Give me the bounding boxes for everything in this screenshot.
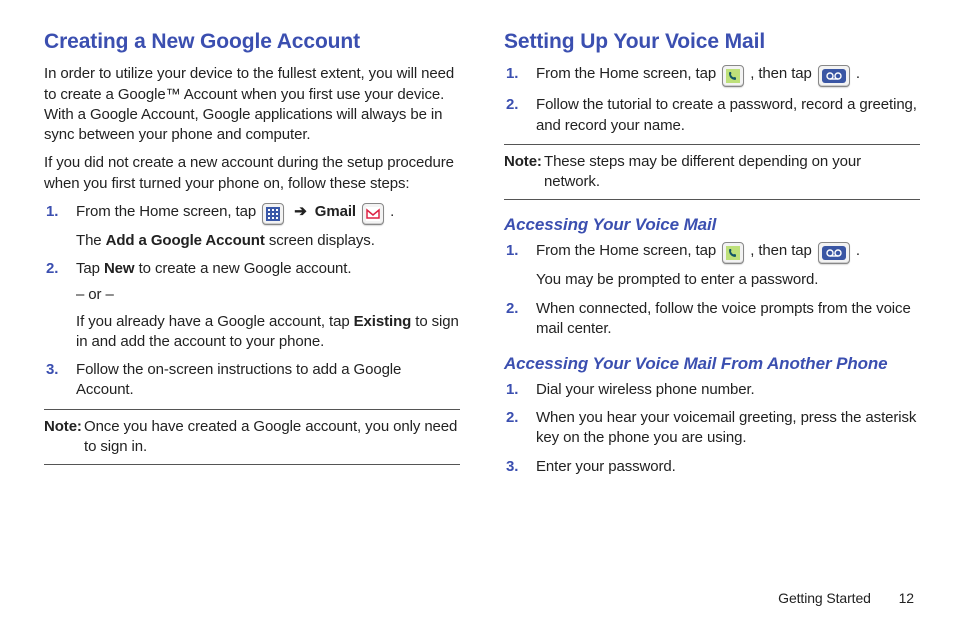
heading-create-account: Creating a New Google Account: [44, 28, 460, 56]
step-number: 1.: [506, 241, 518, 261]
step-2: 2. Follow the tutorial to create a passw…: [536, 95, 920, 136]
step-3: 3. Enter your password.: [536, 457, 920, 477]
subheading-access-vm: Accessing Your Voice Mail: [504, 214, 920, 237]
step-number: 3.: [46, 360, 58, 380]
step-2: 2. Tap New to create a new Google accoun…: [76, 259, 460, 352]
step-alt: If you already have a Google account, ta…: [76, 313, 354, 330]
step-1: 1. From the Home screen, tap , then tap …: [536, 241, 920, 290]
step-text: Tap: [76, 260, 104, 277]
steps-create-account: 1. From the Home screen, tap ➔ Gmail . T…: [44, 202, 460, 401]
note-text: Once you have created a Google account, …: [84, 418, 457, 455]
step-number: 3.: [506, 457, 518, 477]
intro-para-1: In order to utilize your device to the f…: [44, 64, 460, 145]
step-mid: , then tap: [750, 242, 816, 259]
left-column: Creating a New Google Account In order t…: [44, 28, 460, 485]
apps-grid-icon: [262, 203, 284, 225]
step-1: 1. From the Home screen, tap ➔ Gmail . T…: [76, 202, 460, 251]
steps-access-other: 1. Dial your wireless phone number. 2. W…: [504, 380, 920, 477]
step-text: From the Home screen, tap: [76, 203, 260, 220]
subheading-access-other: Accessing Your Voice Mail From Another P…: [504, 353, 920, 376]
step-mid: , then tap: [750, 65, 816, 82]
step-sub: The: [76, 232, 106, 249]
intro-para-2: If you did not create a new account duri…: [44, 153, 460, 194]
page-number: 12: [899, 590, 914, 606]
step-number: 2.: [46, 259, 58, 279]
step-text: Follow the tutorial to create a password…: [536, 96, 917, 133]
step-1: 1. From the Home screen, tap , then tap …: [536, 64, 920, 87]
step-text-tail: to create a new Google account.: [135, 260, 352, 277]
step-text: From the Home screen, tap: [536, 242, 720, 259]
step-2: 2. When you hear your voicemail greeting…: [536, 408, 920, 449]
voicemail-icon: [818, 242, 850, 264]
or-divider: – or –: [76, 285, 460, 305]
step-sub-bold: Add a Google Account: [106, 232, 265, 249]
step-number: 1.: [506, 64, 518, 84]
step-2: 2. When connected, follow the voice prom…: [536, 299, 920, 340]
heading-voicemail: Setting Up Your Voice Mail: [504, 28, 920, 56]
step-text: Dial your wireless phone number.: [536, 381, 755, 398]
step-tail: .: [856, 65, 860, 82]
step-text: Follow the on-screen instructions to add…: [76, 361, 401, 398]
step-text: When connected, follow the voice prompts…: [536, 300, 911, 337]
step-sub: You may be prompted to enter a password.: [536, 271, 818, 288]
gmail-label: Gmail: [315, 203, 356, 220]
step-text-tail: .: [390, 203, 394, 220]
steps-access-vm: 1. From the Home screen, tap , then tap …: [504, 241, 920, 339]
right-column: Setting Up Your Voice Mail 1. From the H…: [504, 28, 920, 485]
step-tail: .: [856, 242, 860, 259]
step-3: 3. Follow the on-screen instructions to …: [76, 360, 460, 401]
step-sub-tail: screen displays.: [265, 232, 375, 249]
step-number: 1.: [506, 380, 518, 400]
step-number: 2.: [506, 299, 518, 319]
manual-page: Creating a New Google Account In order t…: [0, 0, 954, 485]
note-label: Note:: [504, 152, 542, 172]
step-1: 1. Dial your wireless phone number.: [536, 380, 920, 400]
voicemail-icon: [818, 65, 850, 87]
steps-setup-vm: 1. From the Home screen, tap , then tap …: [504, 64, 920, 136]
step-number: 2.: [506, 95, 518, 115]
new-label: New: [104, 260, 135, 277]
note-block: Note: These steps may be different depen…: [504, 144, 920, 201]
step-text: From the Home screen, tap: [536, 65, 720, 82]
note-block: Note: Once you have created a Google acc…: [44, 409, 460, 466]
existing-label: Existing: [354, 313, 412, 330]
section-name: Getting Started: [778, 590, 871, 606]
arrow-icon: ➔: [294, 203, 311, 220]
step-number: 1.: [46, 202, 58, 222]
phone-icon: [722, 65, 744, 87]
step-text: Enter your password.: [536, 458, 676, 475]
step-text: When you hear your voicemail greeting, p…: [536, 409, 916, 446]
step-number: 2.: [506, 408, 518, 428]
page-footer: Getting Started 12: [778, 589, 914, 608]
gmail-icon: [362, 203, 384, 225]
note-label: Note:: [44, 417, 82, 437]
note-text: These steps may be different depending o…: [544, 153, 861, 190]
phone-icon: [722, 242, 744, 264]
